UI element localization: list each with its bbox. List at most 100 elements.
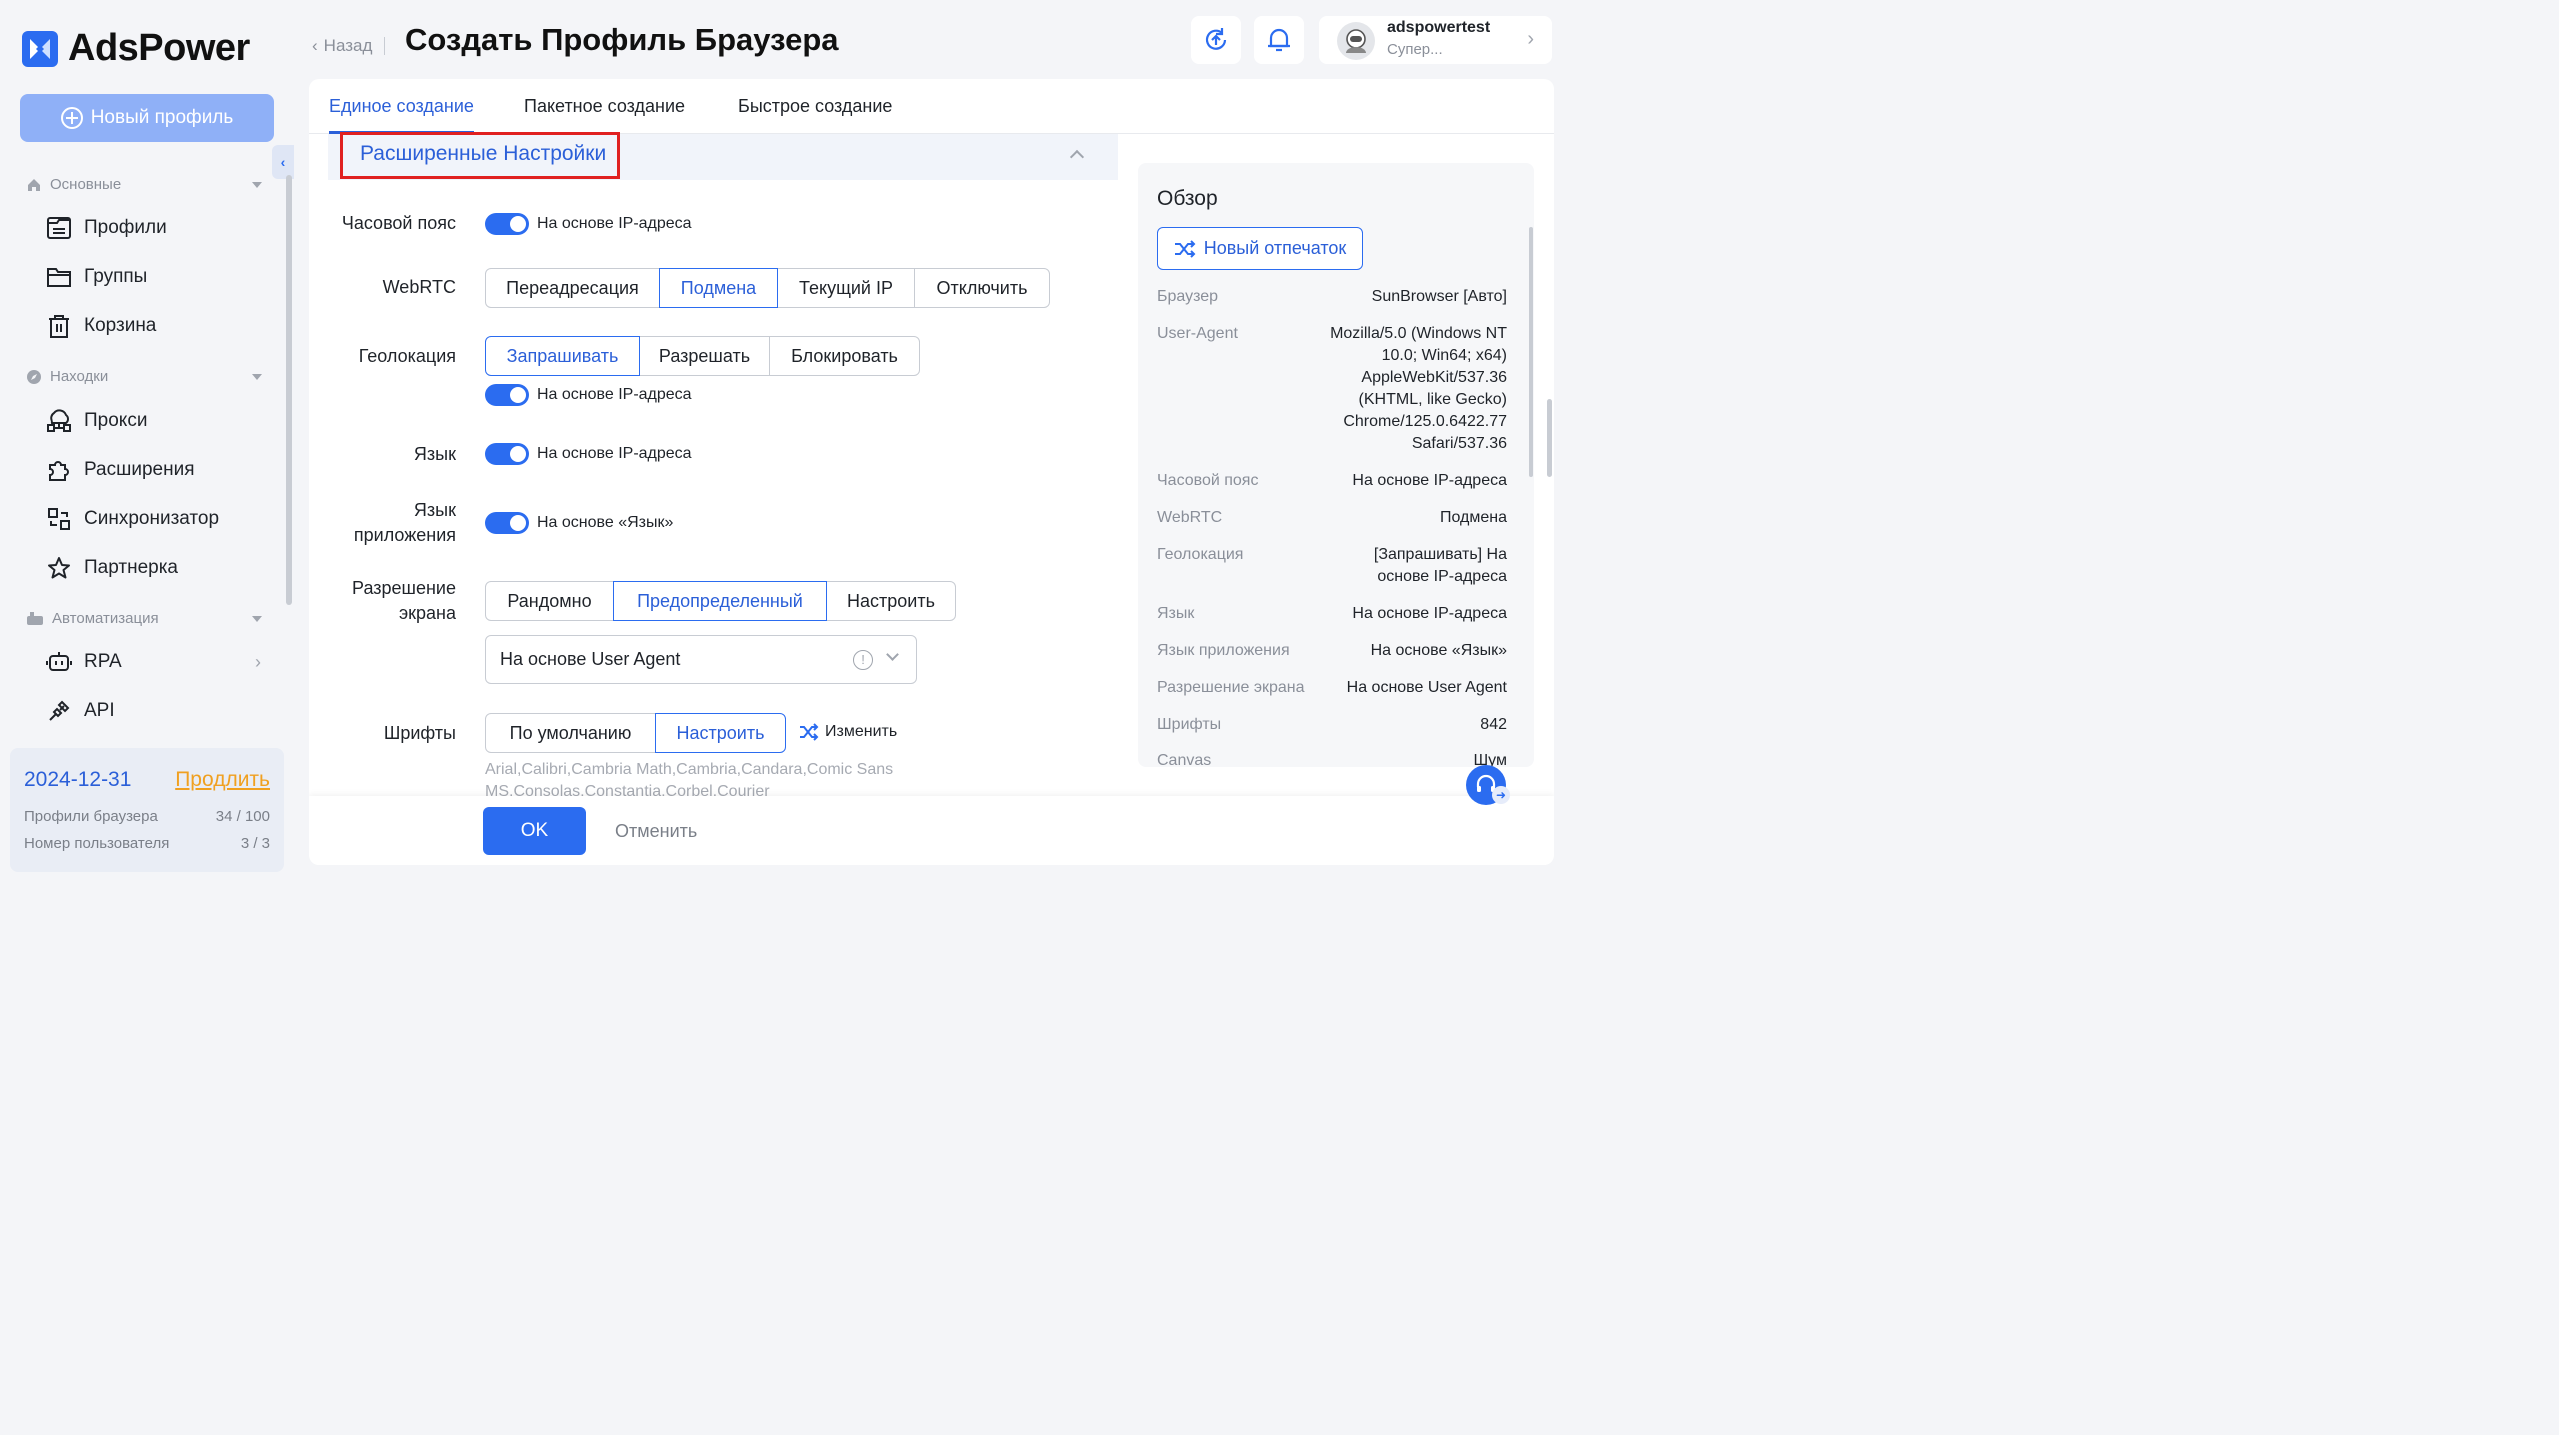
resolution-options: Рандомно Предопределенный Настроить [485, 581, 956, 621]
geo-option-ask[interactable]: Запрашивать [485, 336, 640, 376]
overview-value: 842 [1480, 716, 1507, 733]
section-automation[interactable]: Автоматизация [26, 610, 262, 627]
section-label: Основные [50, 176, 122, 193]
caret-down-icon [252, 182, 262, 188]
section-basic[interactable]: Основные [26, 176, 262, 193]
plan-users-row: Номер пользователя 3 / 3 [24, 835, 270, 852]
resolution-option-predefined[interactable]: Предопределенный [613, 581, 827, 621]
sidebar-item-label: Синхронизатор [84, 508, 220, 529]
sidebar-item-label: Группы [84, 266, 148, 287]
overview-value: На основе User Agent [1346, 679, 1507, 696]
webrtc-option-forward[interactable]: Переадресация [485, 268, 660, 308]
resolution-select-value: На основе User Agent [500, 649, 681, 669]
sidebar-item-label: RPA [84, 651, 122, 672]
tab-quick-create[interactable]: Быстрое создание [738, 96, 892, 117]
renew-link[interactable]: Продлить [175, 768, 270, 792]
overview-title: Обзор [1157, 187, 1218, 210]
sidebar-item-profiles[interactable]: Профили [46, 215, 261, 241]
back-link[interactable]: ‹ Назад [312, 36, 386, 56]
sidebar-item-label: Расширения [84, 459, 195, 480]
overview-value: На основе IP-адреса [1352, 605, 1507, 622]
chevron-up-icon [1069, 149, 1085, 165]
app-language-toggle-text: На основе «Язык» [537, 514, 674, 531]
avatar [1337, 22, 1375, 60]
geo-option-allow[interactable]: Разрешать [639, 336, 770, 376]
app-language-label-1: Язык [413, 500, 456, 520]
overview-key: User-Agent [1157, 325, 1238, 342]
sidebar-item-proxy[interactable]: Прокси [46, 408, 261, 434]
sidebar-item-extensions[interactable]: Расширения [46, 457, 261, 483]
webrtc-option-disable[interactable]: Отключить [914, 268, 1050, 308]
profiles-icon [46, 215, 72, 241]
new-fingerprint-button[interactable]: Новый отпечаток [1157, 227, 1363, 270]
sidebar-item-label: API [84, 700, 115, 721]
app-name: AdsPower [68, 27, 250, 69]
app-logo[interactable]: AdsPower [22, 27, 250, 70]
tab-single-create[interactable]: Единое создание [329, 96, 474, 117]
info-icon[interactable]: ! [853, 650, 873, 670]
overview-key: Шрифты [1157, 716, 1222, 733]
app-language-toggle[interactable] [485, 512, 529, 534]
user-menu[interactable]: adspowertest Супер... › [1319, 16, 1552, 64]
sidebar-scrollbar[interactable] [286, 175, 292, 605]
plan-profiles-row: Профили браузера 34 / 100 [24, 808, 270, 825]
sidebar-item-partner[interactable]: Партнерка [46, 555, 261, 581]
plan-users-value: 3 / 3 [240, 835, 270, 852]
sidebar-item-synchronizer[interactable]: Синхронизатор [46, 506, 261, 532]
overview-value: На основе IP-адреса [1352, 472, 1507, 489]
chevron-down-icon [886, 648, 899, 661]
overview-key: Геолокация [1157, 546, 1244, 563]
sidebar-item-label: Корзина [84, 315, 157, 336]
sidebar-item-rpa[interactable]: RPA › [46, 649, 261, 675]
resolution-label-1: Разрешение [352, 578, 456, 598]
overview-value: [Запрашивать] На основе IP-адреса [1373, 546, 1507, 585]
timezone-toggle[interactable] [485, 213, 529, 235]
ok-button[interactable]: OK [483, 807, 586, 855]
cancel-button[interactable]: Отменить [615, 821, 697, 842]
astronaut-avatar-icon [1346, 29, 1366, 53]
update-button[interactable] [1191, 16, 1241, 64]
tab-batch-create[interactable]: Пакетное создание [524, 96, 685, 117]
resolution-select[interactable]: На основе User Agent ! [485, 635, 917, 684]
divider [384, 37, 386, 55]
form-footer: OK Отменить [309, 796, 1554, 865]
resolution-option-random[interactable]: Рандомно [485, 581, 614, 621]
chevron-left-icon: ‹ [280, 154, 286, 170]
webrtc-options: Переадресация Подмена Текущий IP Отключи… [485, 268, 1050, 308]
timezone-toggle-text: На основе IP-адреса [537, 215, 692, 232]
home-icon [28, 178, 40, 191]
overview-key: Canvas [1157, 752, 1212, 767]
webrtc-option-real[interactable]: Текущий IP [777, 268, 915, 308]
geo-option-block[interactable]: Блокировать [769, 336, 920, 376]
section-label: Находки [50, 368, 109, 385]
timezone-label: Часовой пояс [341, 213, 456, 233]
chevron-left-icon: ‹ [312, 36, 318, 55]
sidebar-item-groups[interactable]: Группы [46, 264, 261, 290]
sidebar-item-api[interactable]: API [46, 698, 261, 724]
puzzle-icon [46, 457, 72, 483]
language-toggle[interactable] [485, 443, 529, 465]
notifications-button[interactable] [1254, 16, 1304, 64]
sidebar: AdsPower Новый профиль ‹ Основные Профил… [0, 0, 295, 879]
overview-scrollbar[interactable] [1529, 227, 1533, 477]
sidebar-item-trash[interactable]: Корзина [46, 313, 261, 339]
advanced-settings-header[interactable]: Расширенные Настройки [328, 132, 1118, 180]
fonts-options: По умолчанию Настроить [485, 713, 786, 753]
fonts-change-button[interactable]: Изменить [799, 723, 897, 741]
highlight-box [340, 132, 620, 179]
fonts-option-default[interactable]: По умолчанию [485, 713, 656, 753]
sidebar-item-label: Профили [84, 217, 167, 238]
folder-icon [46, 264, 72, 290]
main-scrollbar[interactable] [1547, 399, 1552, 477]
new-profile-button[interactable]: Новый профиль [20, 94, 274, 142]
resolution-option-custom[interactable]: Настроить [826, 581, 956, 621]
bell-icon [1268, 28, 1290, 52]
new-fingerprint-label: Новый отпечаток [1203, 238, 1347, 258]
fonts-option-custom[interactable]: Настроить [655, 713, 786, 753]
shuffle-icon [1174, 239, 1196, 258]
collapse-sidebar-button[interactable]: ‹ [272, 145, 294, 179]
section-discoveries[interactable]: Находки [26, 368, 262, 385]
creation-tabs: Единое создание Пакетное создание Быстро… [309, 79, 1554, 134]
geolocation-toggle[interactable] [485, 384, 529, 406]
webrtc-option-replace[interactable]: Подмена [659, 268, 778, 308]
